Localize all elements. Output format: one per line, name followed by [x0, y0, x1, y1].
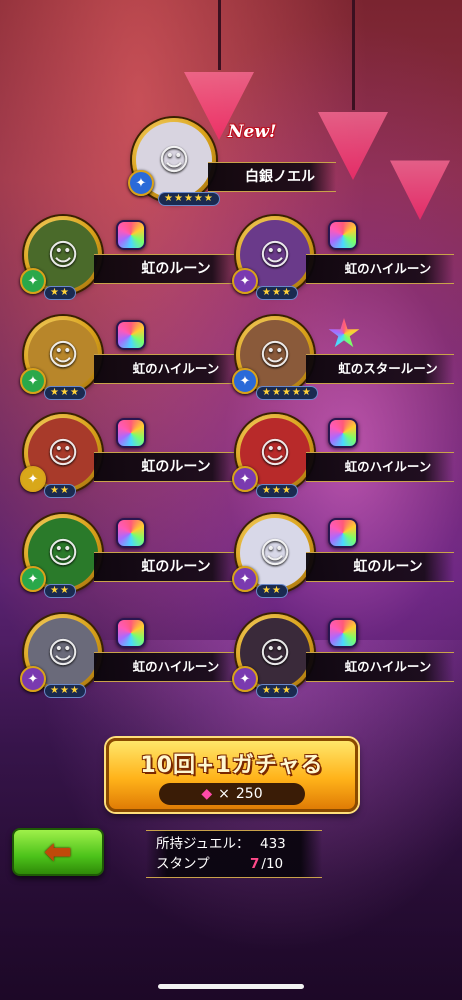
rarity-stars: ★★★★★: [256, 386, 318, 400]
rainbow-rune-gem-icon: [328, 518, 358, 548]
new-badge: New!: [228, 122, 277, 142]
reward-label: 虹のハイルーン: [94, 652, 242, 682]
dark-element-icon: ✦: [20, 666, 46, 692]
reward-slot[interactable]: ☺ ✦ ★★★ 虹のハイルーン: [232, 216, 456, 300]
reward-label: 虹のハイルーン: [306, 452, 454, 482]
reward-label: 虹のハイルーン: [306, 652, 454, 682]
home-indicator[interactable]: [158, 984, 304, 989]
rarity-stars: ★★: [44, 484, 76, 498]
wind-element-icon: ✦: [20, 566, 46, 592]
rarity-stars: ★★★: [256, 484, 298, 498]
rarity-stars: ★★★: [256, 684, 298, 698]
reward-slot[interactable]: ☺ ✦ ★★★ 虹のハイルーン: [232, 614, 456, 698]
lamp-wire: [218, 0, 221, 70]
jewel-value: 433: [260, 836, 286, 852]
rainbow-high-rune-gem-icon: [328, 418, 358, 448]
reward-slot[interactable]: ☺ ✦ ★★★ 虹のハイルーン: [20, 614, 244, 698]
dark-element-icon: ✦: [232, 466, 258, 492]
gacha-10plus1-button[interactable]: 10回+1ガチャる ◆ × 250: [106, 738, 358, 812]
cost-value: 250: [235, 786, 263, 802]
stamp-row: スタンプ 7 /10: [156, 854, 312, 874]
rarity-stars: ★★★★★: [158, 192, 220, 206]
rarity-stars: ★★: [256, 584, 288, 598]
gacha-cost: ◆ × 250: [159, 783, 305, 805]
rainbow-high-rune-gem-icon: [116, 618, 146, 648]
dark-element-icon: ✦: [232, 566, 258, 592]
cost-multiplier: ×: [218, 786, 230, 802]
reward-label: 虹のスタールーン: [306, 354, 454, 384]
rainbow-rune-gem-icon: [116, 220, 146, 250]
reward-label: 虹のルーン: [94, 452, 242, 482]
back-arrow-icon: ⬅: [43, 832, 73, 872]
wind-element-icon: ✦: [20, 368, 46, 394]
reward-label: 虹のハイルーン: [306, 254, 454, 284]
pink-diamond-icon: ◆: [201, 786, 213, 802]
rarity-stars: ★★: [44, 584, 76, 598]
back-button[interactable]: ⬅: [12, 828, 104, 876]
reward-slot[interactable]: ☺ ✦ ★★ 虹のルーン: [232, 514, 456, 598]
reward-label: 虹のハイルーン: [94, 354, 242, 384]
rainbow-rune-gem-icon: [116, 418, 146, 448]
dark-element-icon: ✦: [232, 268, 258, 294]
stamp-label: スタンプ: [156, 856, 210, 872]
rainbow-high-rune-gem-icon: [328, 618, 358, 648]
rarity-stars: ★★: [44, 286, 76, 300]
reward-slot[interactable]: ☺ ✦ ★★★★★ 虹のスタールーン: [232, 316, 456, 400]
reward-label: 虹のルーン: [306, 552, 454, 582]
stamp-current: 7: [250, 856, 260, 872]
rarity-stars: ★★★: [256, 286, 298, 300]
reward-slot[interactable]: ☺ ✦ ★★ 虹のルーン: [20, 414, 244, 498]
rainbow-rune-gem-icon: [116, 518, 146, 548]
reward-slot[interactable]: ☺ ✦ ★★★ 虹のハイルーン: [20, 316, 244, 400]
rainbow-high-rune-gem-icon: [328, 220, 358, 250]
reward-slot[interactable]: ☺ ✦ ★★ 虹のルーン: [20, 514, 244, 598]
reward-slot[interactable]: ☺ ✦ ★★★ 虹のハイルーン: [232, 414, 456, 498]
reward-label: 虹のルーン: [94, 254, 242, 284]
water-element-icon: ✦: [128, 170, 154, 196]
rainbow-high-rune-gem-icon: [116, 320, 146, 350]
rarity-stars: ★★★: [44, 386, 86, 400]
rarity-stars: ★★★: [44, 684, 86, 698]
water-element-icon: ✦: [232, 368, 258, 394]
stamp-total: /10: [261, 856, 284, 872]
currency-info-panel: 所持ジュエル： 433 スタンプ 7 /10: [146, 830, 322, 878]
gacha-button-label: 10回+1ガチャる: [140, 753, 324, 778]
dark-element-icon: ✦: [232, 666, 258, 692]
lamp-wire: [352, 0, 355, 110]
jewel-label: 所持ジュエル：: [156, 836, 250, 852]
featured-name: 白銀ノエル: [208, 162, 336, 192]
ceiling-lamp: [390, 160, 450, 220]
featured-character[interactable]: ☺ ✦ ★★★★★ New! 白銀ノエル: [128, 118, 342, 206]
reward-label: 虹のルーン: [94, 552, 242, 582]
wind-element-icon: ✦: [20, 268, 46, 294]
rainbow-star-rune-icon: [328, 318, 360, 348]
light-element-icon: ✦: [20, 466, 46, 492]
jewel-row: 所持ジュエル： 433: [156, 834, 312, 854]
reward-slot[interactable]: ☺ ✦ ★★ 虹のルーン: [20, 216, 244, 300]
